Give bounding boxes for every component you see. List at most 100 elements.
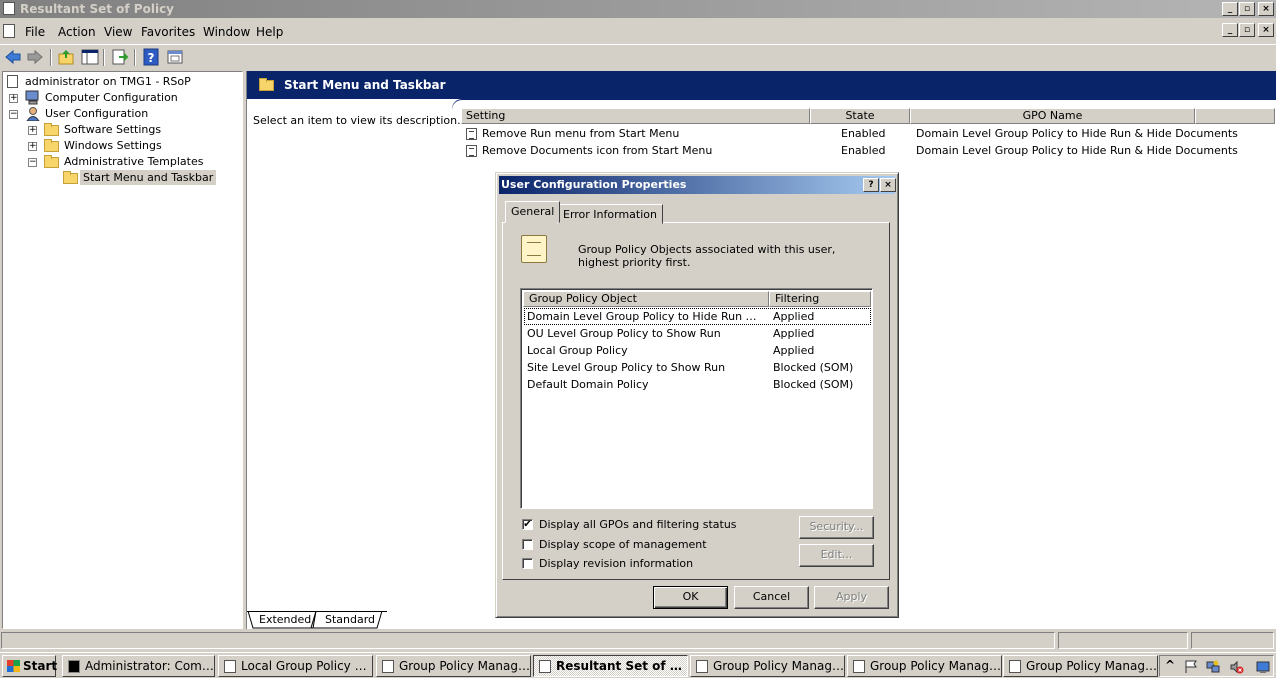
setting-cell: Remove Run menu from Start Menu: [482, 127, 680, 140]
menu-view[interactable]: View: [104, 25, 132, 39]
folder-icon: [44, 139, 59, 152]
taskbar-button-rsop[interactable]: Resultant Set of Poli...: [533, 655, 688, 677]
show-hide-tree-icon[interactable]: [81, 48, 99, 66]
menu-file[interactable]: File: [25, 25, 45, 39]
list-item[interactable]: Domain Level Group Policy to Hide Run & …: [524, 308, 871, 325]
tab-extended[interactable]: Extended: [251, 612, 319, 628]
gpo-cell: Site Level Group Policy to Show Run: [527, 361, 726, 374]
collapse-icon[interactable]: −: [28, 158, 37, 167]
display-revision-checkbox[interactable]: [522, 558, 533, 569]
menu-window[interactable]: Window: [203, 25, 250, 39]
apply-button[interactable]: Apply: [814, 586, 889, 609]
restore-button[interactable]: ▫: [1239, 2, 1255, 16]
network-icon[interactable]: [1206, 660, 1220, 674]
dialog-title-bar[interactable]: User Configuration Properties ? ×: [499, 176, 896, 194]
mdi-close-button[interactable]: ×: [1258, 23, 1274, 37]
status-cell: [1058, 632, 1188, 649]
intro-text: Group Policy Objects associated with thi…: [578, 243, 836, 269]
edit-button[interactable]: Edit...: [799, 544, 874, 567]
show-desktop-icon[interactable]: [1256, 660, 1270, 674]
policy-setting-icon: [466, 128, 477, 140]
task-label: Local Group Policy Editor: [241, 659, 373, 673]
checkbox-label: Display all GPOs and filtering status: [539, 518, 737, 531]
task-label: Group Policy Manageme...: [870, 659, 1001, 673]
gp-editor-icon: [224, 660, 236, 673]
display-scope-checkbox[interactable]: [522, 539, 533, 550]
start-button[interactable]: Start: [2, 655, 57, 677]
list-item[interactable]: Default Domain Policy Blocked (SOM): [524, 376, 871, 393]
toolbar-separator: [134, 49, 136, 66]
task-label: Administrator: Comman...: [85, 659, 214, 673]
taskbar: Start Administrator: Comman... Local Gro…: [0, 652, 1276, 678]
window-title-bar[interactable]: Resultant Set of Policy _ ▫ ×: [0, 0, 1276, 18]
properties-dialog: User Configuration Properties ? × Group …: [495, 172, 899, 618]
up-folder-icon[interactable]: [57, 48, 75, 66]
gpo-cell: OU Level Group Policy to Show Run: [527, 327, 721, 340]
tab-error-information[interactable]: Error Information: [557, 204, 663, 224]
filtering-cell: Blocked (SOM): [773, 361, 854, 374]
taskbar-button-gp-management-2[interactable]: Group Policy Manageme...: [690, 655, 845, 677]
volume-muted-icon[interactable]: [1230, 660, 1244, 674]
list-item[interactable]: Local Group Policy Applied: [524, 342, 871, 359]
display-all-gpos-checkbox[interactable]: ✔: [522, 519, 533, 530]
column-header-filtering[interactable]: Filtering: [769, 291, 871, 307]
mdi-minimize-button[interactable]: _: [1222, 23, 1238, 37]
tree-item-label: Windows Settings: [64, 139, 162, 152]
expand-icon[interactable]: +: [28, 126, 37, 135]
menu-action[interactable]: Action: [58, 25, 96, 39]
export-list-icon[interactable]: [111, 48, 129, 66]
close-button[interactable]: ×: [1258, 2, 1274, 16]
taskbar-button-gp-management-3[interactable]: Group Policy Manageme...: [847, 655, 1002, 677]
column-header-empty: [1195, 108, 1275, 124]
dialog-close-button[interactable]: ×: [880, 178, 896, 192]
action-center-flag-icon[interactable]: [1184, 660, 1198, 674]
list-item[interactable]: OU Level Group Policy to Show Run Applie…: [524, 325, 871, 342]
dialog-help-button[interactable]: ?: [863, 178, 879, 192]
folder-icon: [44, 123, 59, 136]
help-icon[interactable]: ?: [142, 48, 160, 66]
tray-expand-icon[interactable]: ^: [1165, 658, 1175, 672]
table-row[interactable]: Remove Run menu from Start Menu Enabled …: [466, 126, 1266, 142]
tab-panel-general: Group Policy Objects associated with thi…: [502, 222, 890, 580]
gpo-list[interactable]: Group Policy Object Filtering Domain Lev…: [520, 288, 873, 509]
status-bar: [0, 631, 1276, 651]
minimize-button[interactable]: _: [1222, 2, 1238, 16]
ok-button[interactable]: OK: [653, 586, 728, 609]
column-header-gpo-name[interactable]: GPO Name: [910, 108, 1195, 124]
forward-icon[interactable]: [26, 48, 44, 66]
dialog-title: User Configuration Properties: [501, 178, 687, 191]
filtering-cell: Applied: [773, 344, 815, 357]
gpo-cell: Domain Level Group Policy to Hide Run & …: [916, 144, 1238, 157]
list-item[interactable]: Site Level Group Policy to Show Run Bloc…: [524, 359, 871, 376]
taskbar-button-local-gp-editor[interactable]: Local Group Policy Editor: [218, 655, 373, 677]
tab-standard[interactable]: Standard: [317, 612, 383, 628]
console-icon[interactable]: [3, 24, 15, 38]
menu-help[interactable]: Help: [256, 25, 283, 39]
cancel-button[interactable]: Cancel: [734, 586, 809, 609]
gp-management-icon: [382, 660, 394, 673]
tree-item-label: Computer Configuration: [45, 91, 178, 104]
taskbar-button-gp-management[interactable]: Group Policy Management: [376, 655, 531, 677]
setting-cell: Remove Documents icon from Start Menu: [482, 144, 713, 157]
menu-favorites[interactable]: Favorites: [141, 25, 195, 39]
computer-icon: [25, 90, 39, 105]
toolbar: ?: [0, 44, 1276, 70]
mdi-restore-button[interactable]: ▫: [1239, 23, 1255, 37]
properties-icon[interactable]: [166, 48, 184, 66]
collapse-icon[interactable]: −: [9, 110, 18, 119]
tab-general[interactable]: General: [505, 201, 561, 223]
taskbar-button-command-prompt[interactable]: Administrator: Comman...: [62, 655, 215, 677]
expand-icon[interactable]: +: [28, 142, 37, 151]
column-header-gpo[interactable]: Group Policy Object: [523, 291, 769, 307]
column-header-setting[interactable]: Setting: [461, 108, 810, 124]
console-tree[interactable]: administrator on TMG1 - RSoP + Computer …: [2, 71, 243, 629]
back-icon[interactable]: [4, 48, 22, 66]
table-row[interactable]: Remove Documents icon from Start Menu En…: [466, 143, 1266, 159]
expand-icon[interactable]: +: [9, 94, 18, 103]
tree-root-label: administrator on TMG1 - RSoP: [25, 75, 191, 88]
svg-text:?: ?: [148, 51, 155, 65]
column-header-state[interactable]: State: [810, 108, 910, 124]
taskbar-button-gp-management-4[interactable]: Group Policy Manageme...: [1003, 655, 1158, 677]
security-button[interactable]: Security...: [799, 516, 874, 539]
window-title: Resultant Set of Policy: [20, 2, 175, 16]
